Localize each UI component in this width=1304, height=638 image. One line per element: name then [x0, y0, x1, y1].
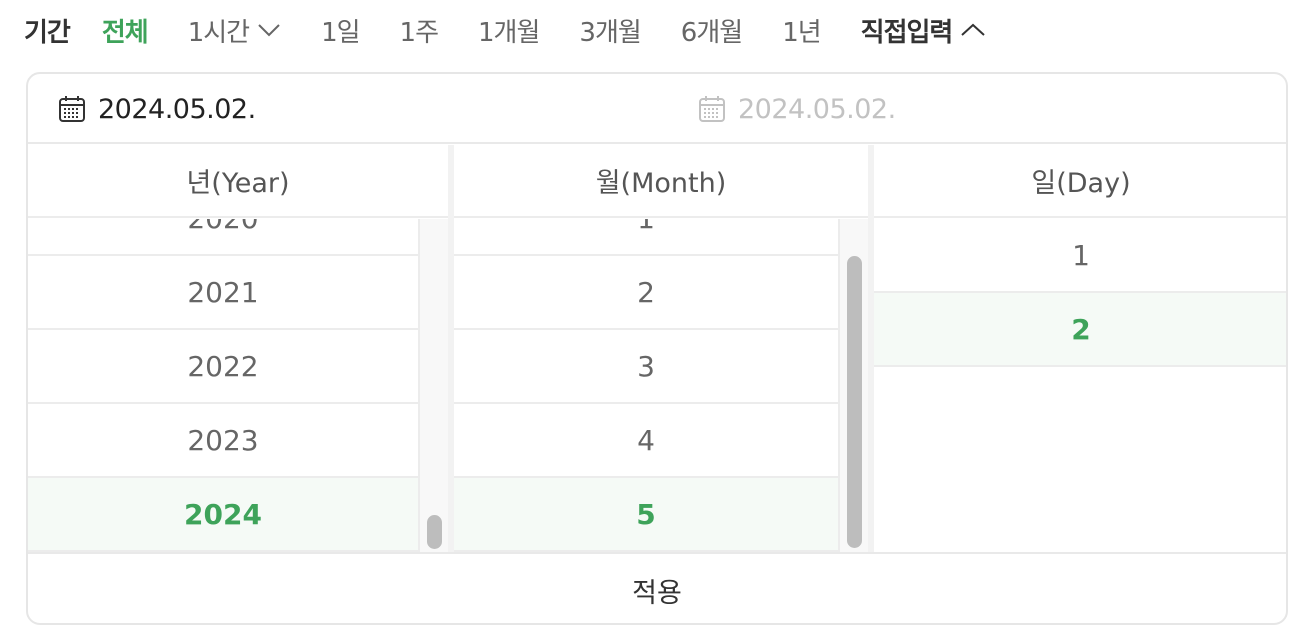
period-option-1week[interactable]: 1주	[400, 12, 439, 49]
date-range-row: 2024.05.02. 2024.05.02.	[28, 74, 1286, 144]
period-option-1day[interactable]: 1일	[321, 12, 360, 49]
year-item[interactable]: 2023	[28, 404, 418, 478]
period-label: 기간	[24, 17, 71, 48]
year-column-header: 년(Year)	[28, 145, 448, 218]
chevron-up-icon	[961, 23, 986, 36]
year-item-selected[interactable]: 2024	[28, 478, 418, 552]
chevron-down-icon	[258, 24, 280, 37]
start-date-field[interactable]: 2024.05.02.	[58, 74, 256, 144]
day-item-selected[interactable]: 2	[874, 293, 1286, 367]
period-option-6months[interactable]: 6개월	[681, 12, 743, 49]
day-column-header: 일(Day)	[874, 145, 1286, 218]
end-date-value: 2024.05.02.	[738, 93, 896, 125]
period-option-all[interactable]: 전체	[102, 12, 149, 49]
period-option-custom[interactable]: 직접입력	[861, 12, 987, 49]
year-item[interactable]: 2021	[28, 256, 418, 330]
apply-button[interactable]: 적용	[28, 552, 1286, 623]
calendar-icon	[59, 96, 85, 122]
month-scroll-thumb[interactable]	[847, 256, 862, 548]
year-item[interactable]: 2022	[28, 330, 418, 404]
day-list[interactable]: 1 2	[874, 219, 1286, 552]
month-item[interactable]: 3	[454, 330, 838, 404]
month-list[interactable]: 1 2 3 4 5	[454, 219, 838, 552]
month-item[interactable]: 4	[454, 404, 838, 478]
period-option-1month[interactable]: 1개월	[478, 12, 540, 49]
month-item[interactable]: 2	[454, 256, 838, 330]
year-list[interactable]: 2020 2021 2022 2023 2024	[28, 219, 418, 552]
period-bar: 기간 전체 1시간 1일 1주 1개월 3개월 6개월 1년 직접입력	[24, 10, 986, 50]
day-column: 일(Day) 1 2	[874, 145, 1286, 552]
month-column: 월(Month) 1 2 3 4 5	[454, 145, 868, 552]
period-option-1year[interactable]: 1년	[782, 12, 821, 49]
date-picker-panel: 2024.05.02. 2024.05.02. 년(Year) 2020	[26, 72, 1288, 625]
start-date-value: 2024.05.02.	[98, 93, 256, 125]
calendar-icon	[699, 96, 725, 122]
month-column-header: 월(Month)	[454, 145, 868, 218]
period-option-custom-label: 직접입력	[860, 17, 954, 48]
year-column: 년(Year) 2020 2021 2022 2023 2024	[28, 145, 448, 552]
month-item-selected[interactable]: 5	[454, 478, 838, 552]
period-option-1hour[interactable]: 1시간	[188, 12, 281, 49]
picker-columns: 년(Year) 2020 2021 2022 2023 2024 월(Month…	[28, 145, 1286, 552]
period-option-3months[interactable]: 3개월	[579, 12, 641, 49]
period-option-1hour-label: 1시간	[187, 17, 250, 48]
end-date-field[interactable]: 2024.05.02.	[698, 74, 896, 144]
year-scroll-thumb[interactable]	[427, 515, 442, 549]
year-scrollbar[interactable]	[418, 219, 448, 552]
month-item[interactable]: 1	[454, 219, 838, 256]
month-scrollbar[interactable]	[838, 219, 868, 552]
year-item[interactable]: 2020	[28, 219, 418, 256]
day-item[interactable]: 1	[874, 219, 1286, 293]
